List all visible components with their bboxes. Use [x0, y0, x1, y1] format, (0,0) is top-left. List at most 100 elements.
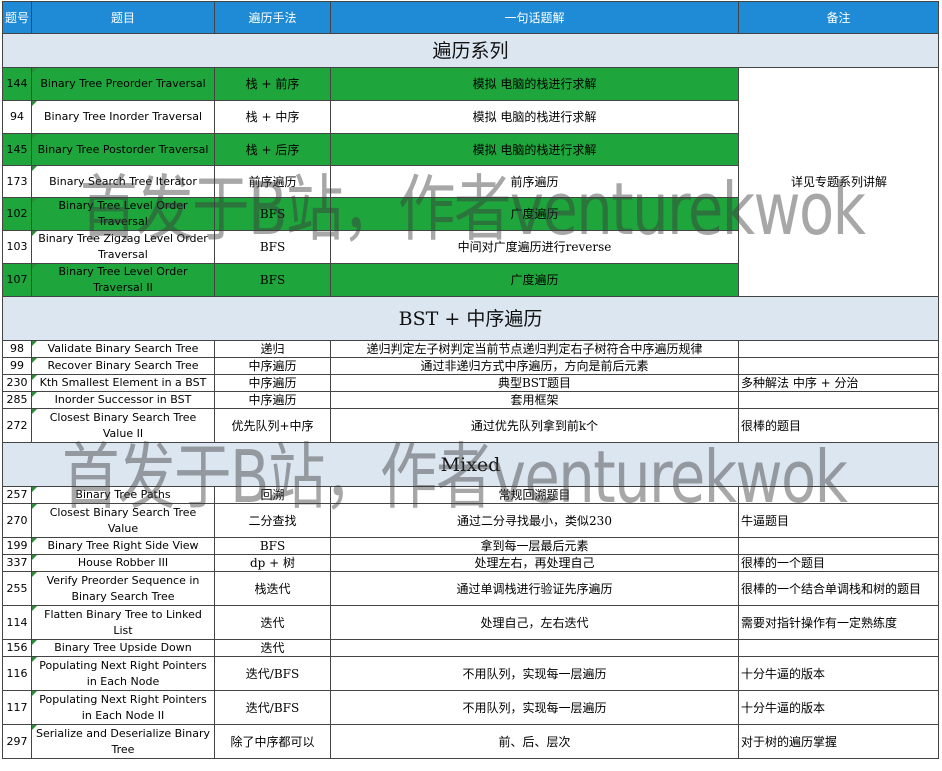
solution-summary[interactable]: 模拟 电脑的栈进行求解	[330, 100, 739, 134]
traversal-method[interactable]: BFS	[214, 230, 331, 264]
header-title[interactable]: 题目	[31, 1, 215, 34]
traversal-method[interactable]: BFS	[214, 263, 331, 297]
problem-title[interactable]: Binary Search Tree Iterator	[31, 165, 215, 198]
problem-title[interactable]: Flatten Binary Tree to Linked List	[31, 605, 215, 640]
problem-number[interactable]: 255	[2, 571, 32, 606]
problem-number[interactable]: 297	[2, 724, 32, 759]
problem-title[interactable]: Verify Preorder Sequence in Binary Searc…	[31, 571, 215, 606]
header-note[interactable]: 备注	[738, 1, 939, 34]
section-title[interactable]: Mixed	[2, 442, 939, 487]
traversal-method[interactable]: BFS	[214, 197, 331, 231]
problem-title[interactable]: Populating Next Right Pointers in Each N…	[31, 656, 215, 691]
note-cell[interactable]	[738, 537, 939, 555]
note-cell[interactable]: 很棒的一个题目	[738, 554, 939, 572]
problem-title[interactable]: Binary Tree Level Order Traversal	[31, 197, 215, 231]
problem-number[interactable]: 145	[2, 133, 32, 166]
solution-summary[interactable]: 不用队列，实现每一层遍历	[330, 690, 739, 725]
solution-summary[interactable]: 前序遍历	[330, 165, 739, 198]
note-cell[interactable]: 需要对指针操作有一定熟练度	[738, 605, 939, 640]
problem-title[interactable]: Binary Tree Inorder Traversal	[31, 100, 215, 134]
problem-title[interactable]: Binary Tree Zigzag Level Order Traversal	[31, 230, 215, 264]
section-title[interactable]: 遍历系列	[2, 33, 939, 68]
problem-title[interactable]: Binary Tree Preorder Traversal	[31, 67, 215, 101]
problem-title[interactable]: Binary Tree Postorder Traversal	[31, 133, 215, 166]
problem-number[interactable]: 117	[2, 690, 32, 725]
note-cell[interactable]: 十分牛逼的版本	[738, 656, 939, 691]
solution-summary[interactable]: 递归判定左子树判定当前节点递归判定右子树符合中序遍历规律	[330, 340, 739, 358]
header-method[interactable]: 遍历手法	[214, 1, 331, 34]
problem-number[interactable]: 337	[2, 554, 32, 572]
solution-summary[interactable]: 通过二分寻找最小，类似230	[330, 503, 739, 538]
problem-number[interactable]: 272	[2, 408, 32, 443]
traversal-method[interactable]: 前序遍历	[214, 165, 331, 198]
note-cell[interactable]: 多种解法 中序 + 分治	[738, 374, 939, 392]
note-cell[interactable]	[738, 391, 939, 409]
note-cell[interactable]	[738, 357, 939, 375]
traversal-method[interactable]: 迭代/BFS	[214, 690, 331, 725]
solution-summary[interactable]: 拿到每一层最后元素	[330, 537, 739, 555]
problem-number[interactable]: 103	[2, 230, 32, 264]
note-cell[interactable]: 牛逼题目	[738, 503, 939, 538]
section-title[interactable]: BST + 中序遍历	[2, 296, 939, 341]
solution-summary[interactable]: 广度遍历	[330, 263, 739, 297]
problem-number[interactable]: 94	[2, 100, 32, 134]
problem-number[interactable]: 144	[2, 67, 32, 101]
traversal-method[interactable]: 除了中序都可以	[214, 724, 331, 759]
note-cell[interactable]: 很棒的题目	[738, 408, 939, 443]
problem-title[interactable]: Binary Tree Level Order Traversal II	[31, 263, 215, 297]
solution-summary[interactable]: 处理左右，再处理自己	[330, 554, 739, 572]
traversal-method[interactable]: 栈迭代	[214, 571, 331, 606]
problem-number[interactable]: 98	[2, 340, 32, 358]
problem-number[interactable]: 107	[2, 263, 32, 297]
solution-summary[interactable]: 通过单调栈进行验证先序遍历	[330, 571, 739, 606]
problem-title[interactable]: Inorder Successor in BST	[31, 391, 215, 409]
problem-title[interactable]: Validate Binary Search Tree	[31, 340, 215, 358]
problem-number[interactable]: 99	[2, 357, 32, 375]
solution-summary[interactable]: 不用队列，实现每一层遍历	[330, 656, 739, 691]
note-cell[interactable]: 对于树的遍历掌握	[738, 724, 939, 759]
note-cell[interactable]	[738, 639, 939, 657]
traversal-method[interactable]: dp + 树	[214, 554, 331, 572]
problem-title[interactable]: Populating Next Right Pointers in Each N…	[31, 690, 215, 725]
solution-summary[interactable]: 模拟 电脑的栈进行求解	[330, 67, 739, 101]
traversal-method[interactable]: 优先队列+中序	[214, 408, 331, 443]
solution-summary[interactable]: 典型BST题目	[330, 374, 739, 392]
note-cell[interactable]: 详见专题系列讲解	[738, 67, 939, 297]
solution-summary[interactable]: 通过优先队列拿到前k个	[330, 408, 739, 443]
solution-summary[interactable]: 前、后、层次	[330, 724, 739, 759]
solution-summary[interactable]: 通过非递归方式中序遍历，方向是前后元素	[330, 357, 739, 375]
header-solution[interactable]: 一句话题解	[330, 1, 739, 34]
solution-summary[interactable]: 套用框架	[330, 391, 739, 409]
traversal-method[interactable]: 中序遍历	[214, 357, 331, 375]
traversal-method[interactable]: 迭代	[214, 605, 331, 640]
solution-summary[interactable]: 广度遍历	[330, 197, 739, 231]
problem-title[interactable]: Recover Binary Search Tree	[31, 357, 215, 375]
solution-summary[interactable]: 常规回溯题目	[330, 486, 739, 504]
traversal-method[interactable]: 递归	[214, 340, 331, 358]
note-cell[interactable]	[738, 340, 939, 358]
problem-number[interactable]: 230	[2, 374, 32, 392]
problem-number[interactable]: 116	[2, 656, 32, 691]
header-number[interactable]: 题号	[2, 1, 32, 34]
traversal-method[interactable]: 中序遍历	[214, 391, 331, 409]
traversal-method[interactable]: 迭代	[214, 639, 331, 657]
problem-number[interactable]: 173	[2, 165, 32, 198]
traversal-method[interactable]: 迭代/BFS	[214, 656, 331, 691]
problem-title[interactable]: Serialize and Deserialize Binary Tree	[31, 724, 215, 759]
problem-title[interactable]: House Robber III	[31, 554, 215, 572]
problem-number[interactable]: 270	[2, 503, 32, 538]
solution-summary[interactable]: 模拟 电脑的栈进行求解	[330, 133, 739, 166]
traversal-method[interactable]: BFS	[214, 537, 331, 555]
problem-title[interactable]: Binary Tree Paths	[31, 486, 215, 504]
traversal-method[interactable]: 栈 + 前序	[214, 67, 331, 101]
solution-summary[interactable]: 处理自己，左右迭代	[330, 605, 739, 640]
note-cell[interactable]: 很棒的一个结合单调栈和树的题目	[738, 571, 939, 606]
solution-summary[interactable]	[330, 639, 739, 657]
problem-number[interactable]: 199	[2, 537, 32, 555]
problem-number[interactable]: 102	[2, 197, 32, 231]
note-cell[interactable]: 十分牛逼的版本	[738, 690, 939, 725]
traversal-method[interactable]: 栈 + 中序	[214, 100, 331, 134]
problem-number[interactable]: 114	[2, 605, 32, 640]
traversal-method[interactable]: 中序遍历	[214, 374, 331, 392]
traversal-method[interactable]: 回溯	[214, 486, 331, 504]
